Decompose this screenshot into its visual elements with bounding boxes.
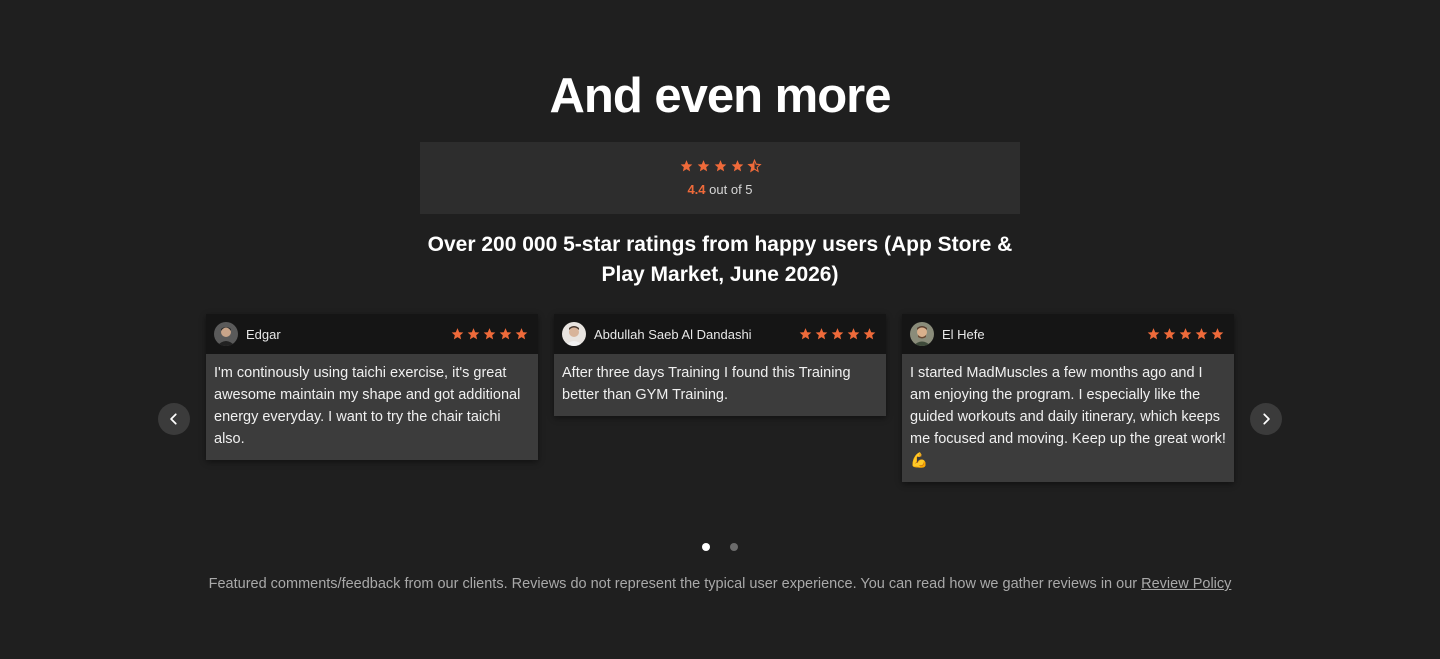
star-icon: [714, 160, 726, 172]
star-icon: [847, 328, 860, 340]
star-icon: [863, 328, 876, 340]
avatar: [214, 322, 238, 346]
star-icon: [697, 160, 709, 172]
star-icon: [831, 328, 844, 340]
star-icon: [1211, 328, 1224, 340]
star-icon: [1147, 328, 1160, 340]
avatar: [910, 322, 934, 346]
chevron-left-icon: [170, 413, 177, 425]
review-text: After three days Training I found this T…: [562, 365, 851, 403]
section-subtitle: Over 200 000 5-star ratings from happy u…: [427, 233, 1013, 286]
review-card-header: El Hefe: [902, 314, 1234, 354]
review-card: Edgar I'm continously using taichi exerc…: [206, 314, 538, 460]
half-star-icon: [746, 158, 762, 173]
chevron-right-icon: [1263, 413, 1270, 425]
star-icon: [680, 160, 692, 172]
rating-text: 4.4 out of 5: [420, 182, 1020, 197]
reviewer-name: Abdullah Saeb Al Dandashi: [594, 326, 752, 342]
star-icon: [451, 328, 464, 340]
star-icon: [515, 328, 528, 340]
review-stars: [449, 327, 529, 341]
pagination-dot-1[interactable]: [702, 543, 710, 551]
reviews-disclaimer: Featured comments/feedback from our clie…: [0, 576, 1440, 592]
star-icon: [815, 328, 828, 340]
star-icon: [467, 328, 480, 340]
review-text: I'm continously using taichi exercise, i…: [214, 365, 521, 447]
avatar: [562, 322, 586, 346]
rating-suffix: out of 5: [709, 182, 753, 197]
reviewer-name: Edgar: [246, 326, 281, 342]
review-card-header: Edgar: [206, 314, 538, 354]
review-stars: [797, 327, 877, 341]
carousel-prev-button[interactable]: [158, 403, 190, 435]
review-stars: [1145, 327, 1225, 341]
star-icon: [483, 328, 496, 340]
star-icon: [499, 328, 512, 340]
review-card: Abdullah Saeb Al Dandashi After three da…: [554, 314, 886, 416]
section-title: And even more: [549, 69, 892, 123]
disclaimer-text: Featured comments/feedback from our clie…: [208, 576, 1138, 592]
star-icon: [731, 160, 743, 172]
pagination-dot-2[interactable]: [730, 543, 738, 551]
carousel-pagination: [0, 538, 1440, 556]
review-card-header: Abdullah Saeb Al Dandashi: [554, 314, 886, 354]
rating-summary: 4.4 out of 5: [420, 142, 1020, 214]
carousel-next-button[interactable]: [1250, 403, 1282, 435]
rating-value: 4.4: [687, 182, 706, 197]
rating-stars: [420, 158, 1020, 173]
star-icon: [1163, 328, 1176, 340]
reviewer-name: El Hefe: [942, 326, 985, 342]
review-text: I started MadMuscles a few months ago an…: [910, 365, 1226, 469]
review-card: El Hefe I started MadMuscles a few month…: [902, 314, 1234, 482]
star-icon: [799, 328, 812, 340]
review-policy-link[interactable]: Review Policy: [1141, 576, 1231, 592]
star-icon: [1179, 328, 1192, 340]
reviews-section: And even more 4.4 out of 5 Over 200 000 …: [0, 0, 1440, 659]
star-icon: [1195, 328, 1208, 340]
